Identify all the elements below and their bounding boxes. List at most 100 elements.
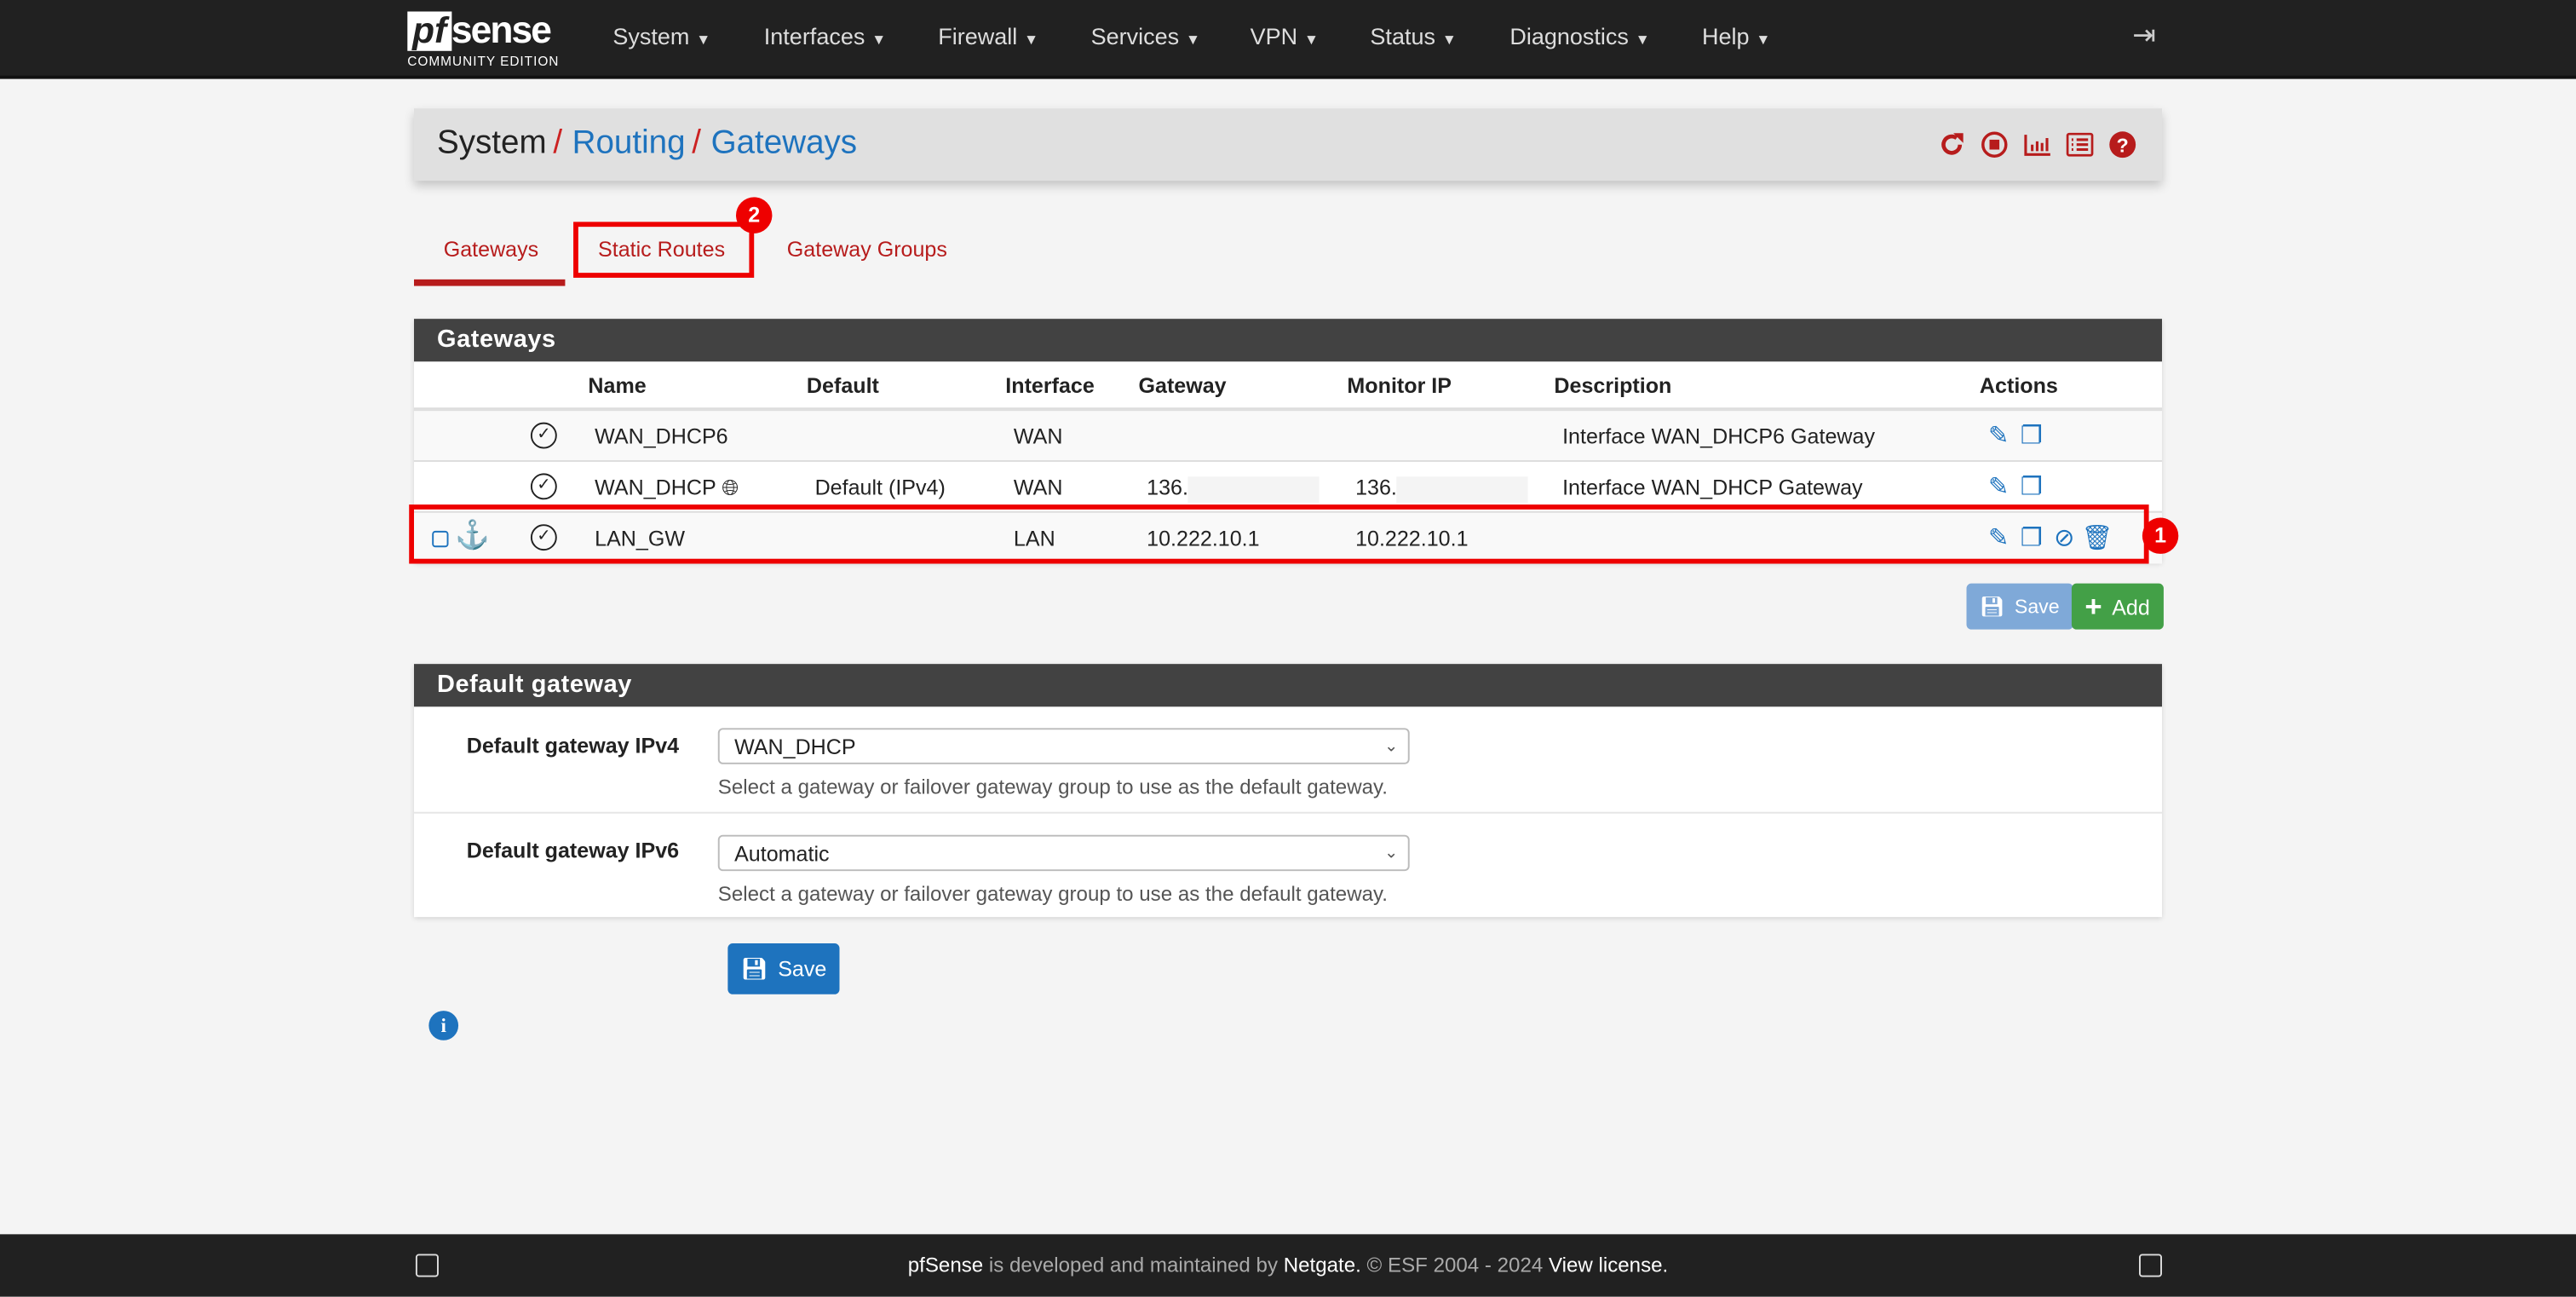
gateway-default: Default (IPv4) — [814, 475, 946, 500]
view-license-link[interactable]: View license. — [1549, 1254, 1668, 1277]
gateway-name: WAN_DHCP6 — [595, 424, 728, 449]
edit-pencil-icon[interactable]: ✎ — [1985, 421, 2013, 450]
gateway-description: Interface WAN_DHCP Gateway — [1562, 475, 1863, 500]
menu-services[interactable]: Services ▼ — [1091, 23, 1200, 49]
menu-label: Firewall — [938, 22, 1018, 49]
caret-down-icon: ▼ — [1303, 31, 1320, 48]
highlight-static-routes — [573, 222, 755, 278]
col-default[interactable]: Default — [807, 373, 879, 398]
menu-firewall[interactable]: Firewall ▼ — [938, 23, 1038, 49]
default-gateway-ipv6-select[interactable]: Automatic ⌄ — [717, 834, 1410, 872]
tab-gateway-groups[interactable]: Gateway Groups — [787, 237, 947, 262]
col-gateway[interactable]: Gateway — [1138, 373, 1226, 398]
active-tab-indicator — [413, 279, 566, 286]
enabled-check-icon: ✓ — [530, 422, 557, 449]
add-gateway-button[interactable]: + Add — [2071, 583, 2164, 630]
save-default-gateway-button[interactable]: 💾︎ Save — [727, 942, 840, 994]
scroll-top-icon[interactable] — [2138, 1254, 2162, 1277]
pfsense-logo[interactable]: pf sense COMMUNITY EDITION — [407, 10, 559, 69]
footer-text: is developed and maintained by — [983, 1254, 1284, 1277]
ipv4-label: Default gateway IPv4 — [466, 733, 680, 758]
select-value: Automatic — [734, 841, 830, 867]
logout-icon[interactable]: ⇥ — [2132, 20, 2155, 53]
gateway-interface: WAN — [1013, 424, 1063, 449]
plus-icon: + — [2084, 589, 2102, 622]
save-icon: 💾︎ — [740, 955, 768, 981]
netgate-link[interactable]: Netgate. — [1284, 1254, 1361, 1277]
table-header: Name Default Interface Gateway Monitor I… — [413, 361, 2162, 412]
button-label: Save — [2014, 595, 2060, 619]
menu-interfaces[interactable]: Interfaces ▼ — [764, 23, 886, 49]
highlight-lan-gw-row — [409, 504, 2149, 564]
menu-label: System — [612, 22, 690, 49]
panel-title: Default gateway — [413, 664, 2162, 707]
breadcrumb: System / Routing / Gateways — [436, 124, 858, 161]
monitor-ip-cell: 136. — [1355, 475, 1529, 503]
col-interface[interactable]: Interface — [1005, 373, 1095, 398]
redaction — [1187, 476, 1320, 503]
button-label: Save — [778, 956, 827, 982]
menu-label: Services — [1090, 22, 1180, 49]
redaction — [1396, 476, 1529, 503]
tab-gateways[interactable]: Gateways — [444, 237, 538, 262]
restart-icon[interactable] — [1935, 128, 1969, 161]
copy-icon[interactable]: ❐ — [2017, 471, 2045, 500]
footer-copyright: © ESF 2004 - 2024 — [1360, 1254, 1549, 1277]
annotation-badge-2: 2 — [735, 197, 773, 233]
caret-down-icon: ▼ — [1441, 31, 1457, 48]
monitor-ip: 136. — [1355, 475, 1397, 500]
svg-text:?: ? — [2117, 134, 2129, 156]
info-icon[interactable]: i — [428, 1011, 459, 1040]
col-monitor-ip[interactable]: Monitor IP — [1347, 373, 1452, 398]
ipv6-help-text: Select a gateway or failover gateway gro… — [717, 882, 1388, 906]
annotation-badge-1: 1 — [2142, 517, 2179, 554]
select-value: WAN_DHCP — [734, 735, 856, 759]
menu-diagnostics[interactable]: Diagnostics ▼ — [1509, 23, 1650, 49]
menu-label: VPN — [1250, 22, 1298, 49]
chevron-down-icon: ⌄ — [1384, 844, 1399, 863]
gateway-ip-cell: 136. — [1147, 475, 1320, 503]
globe-icon: 🌐︎ — [722, 475, 739, 500]
gateway-description: Interface WAN_DHCP6 Gateway — [1562, 424, 1876, 449]
footer-brand: pfSense — [907, 1254, 984, 1277]
help-icon[interactable]: ? — [2106, 128, 2139, 161]
menu-label: Help — [1701, 22, 1750, 49]
default-gateway-panel: Default gateway Default gateway IPv4 WAN… — [413, 664, 2162, 918]
scroll-top-icon[interactable] — [415, 1254, 439, 1277]
breadcrumb-gateways[interactable]: Gateways — [711, 125, 858, 161]
table-row[interactable]: ✓ WAN_DHCP6 WAN Interface WAN_DHCP6 Gate… — [413, 409, 2162, 462]
gateway-ip: 136. — [1147, 475, 1188, 500]
edit-pencil-icon[interactable]: ✎ — [1985, 471, 2013, 500]
logo-sense: sense — [451, 8, 552, 51]
caret-down-icon: ▼ — [696, 31, 711, 48]
menu-label: Status — [1370, 22, 1435, 49]
enabled-check-icon: ✓ — [530, 473, 557, 500]
menu-system[interactable]: System ▼ — [612, 23, 710, 49]
logo-edition: COMMUNITY EDITION — [407, 54, 560, 69]
button-label: Add — [2112, 594, 2150, 620]
col-name[interactable]: Name — [588, 373, 646, 398]
stop-icon[interactable] — [1978, 128, 2011, 161]
menu-help[interactable]: Help ▼ — [1702, 23, 1770, 49]
ipv6-label: Default gateway IPv6 — [466, 838, 680, 863]
gateway-interface: WAN — [1013, 475, 1063, 500]
caret-down-icon: ▼ — [1635, 31, 1650, 48]
copy-icon[interactable]: ❐ — [2017, 421, 2045, 450]
page: pf sense COMMUNITY EDITION System ▼ Interf… — [0, 0, 2576, 1297]
chart-icon[interactable] — [2021, 128, 2054, 161]
breadcrumb-system: System — [436, 124, 547, 161]
caret-down-icon: ▼ — [871, 31, 887, 48]
log-list-icon[interactable] — [2063, 128, 2096, 161]
breadcrumb-routing[interactable]: Routing — [572, 125, 686, 161]
menu-vpn[interactable]: VPN ▼ — [1251, 23, 1319, 49]
save-icon: 💾︎ — [1979, 595, 2005, 619]
default-gateway-ipv4-select[interactable]: WAN_DHCP ⌄ — [717, 728, 1410, 764]
menu-label: Diagnostics — [1509, 22, 1629, 49]
ipv4-help-text: Select a gateway or failover gateway gro… — [717, 775, 1388, 799]
col-description[interactable]: Description — [1554, 373, 1671, 398]
col-actions: Actions — [1979, 372, 2058, 398]
menu-status[interactable]: Status ▼ — [1370, 23, 1456, 49]
breadcrumb-bar: System / Routing / Gateways ? — [413, 108, 2162, 182]
caret-down-icon: ▼ — [1185, 31, 1201, 48]
save-gateways-button[interactable]: 💾︎ Save — [1966, 583, 2073, 630]
